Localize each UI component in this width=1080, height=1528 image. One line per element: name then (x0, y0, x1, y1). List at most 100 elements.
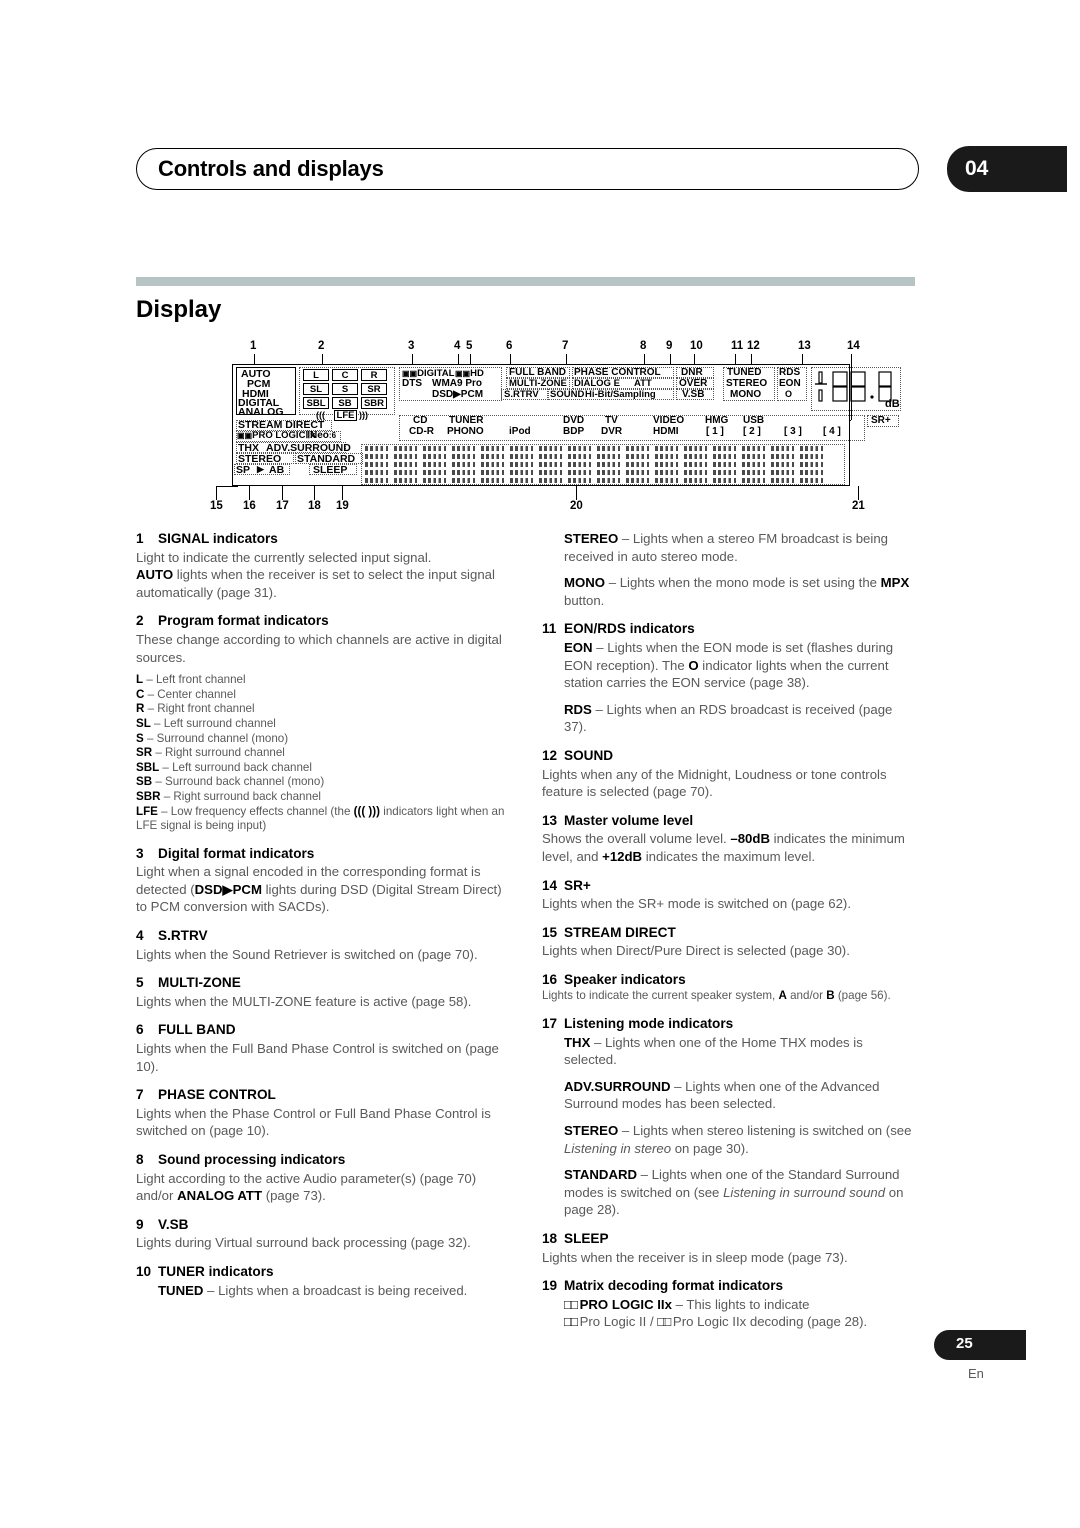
item-3-number: 3 (136, 845, 144, 861)
input-bdp: BDP (563, 426, 585, 437)
item-19-heading: 19 Matrix decoding format indicators (542, 1277, 915, 1295)
dolby-logo-icon-3: □□ (657, 1314, 671, 1330)
item-15-body: Lights when Direct/Pure Direct is select… (542, 943, 850, 959)
indicator-hi-bit: Hi-Bit/Sampling (585, 389, 656, 400)
item-6-title: FULL BAND (158, 1022, 236, 1038)
item-12-title: SOUND (564, 747, 614, 763)
callout-20: 20 (570, 500, 583, 512)
item-11-rds: RDS – Lights when an RDS broadcast is re… (564, 701, 893, 735)
indicator-over: OVER (679, 378, 708, 389)
item-18-body: Lights when the receiver is in sleep mod… (542, 1249, 848, 1265)
page-header: Controls and displays 04 (136, 146, 1067, 192)
item-12-body: Lights when any of the Midnight, Loudnes… (542, 766, 887, 800)
item-13-number: 13 (542, 812, 558, 828)
item-1-number: 1 (136, 531, 144, 546)
channel-def-sbr: SBR – Right surround back channel (136, 789, 321, 803)
callout-18: 18 (308, 500, 321, 512)
page-number: 25 (956, 1335, 973, 1352)
item-16-number: 16 (542, 971, 558, 987)
item-16-title: Speaker indicators (564, 971, 686, 987)
volume-unit-db: dB (885, 398, 900, 410)
input-cd: CD (413, 415, 428, 426)
chapter-number: 04 (965, 157, 989, 180)
callout-4: 4 (454, 340, 461, 352)
indicator-dialog-e: DIALOG E (574, 378, 620, 389)
item-14-title: SR+ (564, 877, 591, 893)
item-1-title: SIGNAL indicators (158, 531, 278, 546)
indicator-mono: MONO (730, 389, 762, 400)
item-2-body: These change according to which channels… (136, 631, 502, 665)
item-10-mono: MONO – Lights when the mono mode is set … (564, 575, 910, 608)
item-7-heading: 7 PHASE CONTROL (136, 1086, 509, 1104)
input-ipod: iPod (509, 426, 531, 437)
item-3-title: Digital format indicators (158, 845, 315, 861)
item-7-title: PHASE CONTROL (158, 1087, 276, 1103)
indicator-sp-ab: AB (269, 464, 285, 476)
input-tv: TV (605, 415, 618, 426)
item-17-standard: STANDARD – Lights when one of the Standa… (564, 1167, 904, 1218)
item-16-heading: 16 Speaker indicators (542, 971, 915, 989)
item-6-heading: 6 FULL BAND (136, 1021, 509, 1039)
item-17-heading: 17 Listening mode indicators (542, 1015, 915, 1033)
indicator-dsd-pcm: DSD▶PCM (432, 389, 484, 400)
item-8-body: Light according to the active Audio para… (136, 1170, 477, 1204)
item-9-body: Lights during Virtual surround back proc… (136, 1235, 471, 1251)
item-9-heading: 9 V.SB (136, 1216, 509, 1234)
callout-11: 11 (731, 340, 744, 352)
lfe-right-deco: ))) (359, 410, 368, 420)
callout-5: 5 (466, 340, 473, 352)
channel-box-sl: SL (303, 383, 329, 395)
channel-def-sl: SL – Left surround channel (136, 716, 276, 730)
item-2-number: 2 (136, 613, 144, 629)
indicator-dts: DTS (402, 378, 422, 389)
indicator-pro-logic: ▣▣PRO LOGICⅡx (237, 430, 316, 441)
item-17-stereo: STEREO – Lights when stereo listening is… (564, 1122, 912, 1156)
callout-14: 14 (847, 340, 860, 352)
item-12-heading: 12 SOUND (542, 747, 915, 765)
indicator-phase-control: PHASE CONTROL (574, 367, 661, 378)
callout-16: 16 (243, 500, 256, 512)
page-number-pill (934, 1330, 1026, 1360)
callout-12: 12 (747, 340, 760, 352)
channel-box-s: S (332, 383, 358, 395)
item-4-heading: 4 S.RTRV (136, 927, 509, 945)
callout-17: 17 (276, 500, 289, 512)
channel-box-sbr: SBR (361, 397, 387, 409)
channel-def-s: S – Surround channel (mono) (136, 731, 289, 745)
indicator-sound: SOUND (550, 389, 585, 400)
sp-arrow-icon: ▶ (257, 464, 264, 474)
item-17-adv: ADV.SURROUND – Lights when one of the Ad… (564, 1078, 880, 1112)
callout-1: 1 (250, 340, 257, 352)
channel-box-l: L (303, 369, 329, 381)
callout-9: 9 (666, 340, 673, 352)
item-11-eon: EON – Lights when the EON mode is set (f… (564, 639, 894, 691)
item-17-title: Listening mode indicators (564, 1015, 734, 1031)
callout-2: 2 (318, 340, 325, 352)
item-3-body: Light when a signal encoded in the corre… (136, 864, 502, 915)
callout-3: 3 (408, 340, 415, 352)
channel-def-c: C – Center channel (136, 687, 236, 701)
indicator-sr-plus: SR+ (871, 415, 891, 426)
input-usb: USB (743, 415, 765, 426)
input-phono: PHONO (447, 426, 484, 437)
item-14-body: Lights when the SR+ mode is switched on … (542, 896, 851, 912)
input-slot-4: [ 4 ] (823, 426, 841, 437)
item-5-number: 5 (136, 975, 144, 991)
item-4-number: 4 (136, 928, 144, 944)
item-13-body: Shows the overall volume level. –80dB in… (542, 831, 905, 864)
channel-box-sr: SR (361, 383, 387, 395)
indicator-rds: RDS (779, 367, 801, 378)
item-5-title: MULTI-ZONE (158, 975, 241, 991)
item-11-number: 11 (542, 621, 557, 637)
item-6-body: Lights when the Full Band Phase Control … (136, 1041, 499, 1074)
item-4-body: Lights when the Sound Retriever is switc… (136, 946, 478, 962)
indicator-analog: ANALOG (238, 406, 284, 418)
item-11-heading: 11 EON/RDS indicators (542, 620, 915, 638)
indicator-vsb: V.SB (682, 389, 705, 400)
dolby-logo-icon-2: □□ (564, 1314, 578, 1330)
indicator-sp: SP (236, 464, 251, 476)
item-9-title: V.SB (158, 1216, 189, 1232)
indicator-dnr: DNR (681, 367, 703, 378)
item-18-heading: 18 SLEEP (542, 1230, 915, 1248)
indicator-eon-dot: O (785, 389, 793, 399)
